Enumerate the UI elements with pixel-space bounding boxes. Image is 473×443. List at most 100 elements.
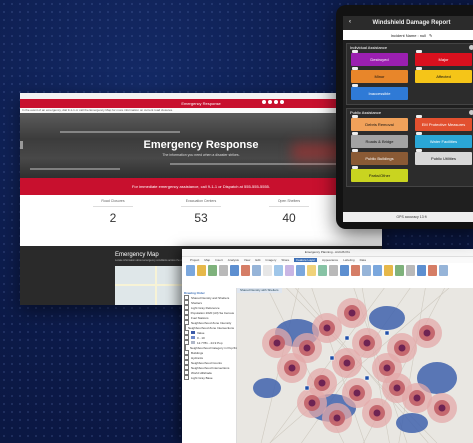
- cold-zone: [396, 413, 428, 433]
- contents-item-label: Neighbourhood Counts: [191, 361, 222, 365]
- tablet-screen: ‹ Windshield Damage Report Incident Name…: [343, 16, 473, 222]
- edit-pencil-icon[interactable]: ✎: [429, 33, 432, 38]
- density-peak: [399, 345, 406, 352]
- tab-appearance[interactable]: Appearance: [322, 258, 338, 262]
- contents-pane: Drawing Order Shared Density and Shelters…: [182, 288, 237, 443]
- count-chip: [352, 132, 358, 135]
- tab-insert[interactable]: Insert: [215, 258, 223, 262]
- visibility-checkbox[interactable]: [184, 375, 189, 380]
- ribbon-tool-icon[interactable]: [340, 265, 349, 276]
- tab-map[interactable]: Map: [204, 258, 210, 262]
- ribbon-tool-icon[interactable]: [329, 265, 338, 276]
- contents-item-label: Shelters: [191, 301, 202, 305]
- contents-item[interactable]: Neighbourhood Zone Intersections: [184, 325, 234, 330]
- ribbon-tool-icon[interactable]: [263, 265, 272, 276]
- ribbon-tool-icon[interactable]: [285, 265, 294, 276]
- tab-view[interactable]: View: [244, 258, 250, 262]
- density-peak: [394, 385, 401, 392]
- damage-button-debris-removal[interactable]: Debris Removal: [351, 118, 408, 131]
- tab-project[interactable]: Project: [190, 258, 199, 262]
- ribbon-tool-icon[interactable]: [351, 265, 360, 276]
- ribbon-tool-icon[interactable]: [274, 265, 283, 276]
- map-title: Emergency Map: [115, 252, 159, 258]
- tab-share[interactable]: Share: [281, 258, 289, 262]
- ribbon-tool-icon[interactable]: [208, 265, 217, 276]
- count-chip: [352, 67, 358, 70]
- tab-imagery[interactable]: Imagery: [266, 258, 277, 262]
- section-header[interactable]: Individual Assistance: [347, 44, 473, 51]
- ribbon-tool-icon[interactable]: [197, 265, 206, 276]
- ribbon-tool-icon[interactable]: [296, 265, 305, 276]
- ribbon-tool-icon[interactable]: [241, 265, 250, 276]
- collapse-icon[interactable]: [469, 110, 473, 115]
- count-chip: [352, 84, 358, 87]
- site-title[interactable]: Emergency Response: [181, 101, 220, 106]
- ribbon-tool-icon[interactable]: [439, 265, 448, 276]
- density-map[interactable]: [237, 288, 473, 443]
- cold-zone: [253, 378, 281, 398]
- stats-row: Road Closures 2 Evacuation Centers 53 Op…: [20, 195, 382, 246]
- density-peak: [364, 340, 371, 347]
- instagram-icon[interactable]: [274, 100, 278, 104]
- map-tab[interactable]: Shared Density with Shelters: [237, 288, 282, 293]
- ribbon-tool-icon[interactable]: [373, 265, 382, 276]
- button-grid: Debris Removal EM Protective Measures Road…: [347, 116, 473, 186]
- ribbon-tool-icon[interactable]: [395, 265, 404, 276]
- youtube-icon[interactable]: [280, 100, 284, 104]
- count-chip: [352, 115, 358, 118]
- contents-item[interactable]: Neighbourhood Category in Pop/Km2: [184, 345, 234, 350]
- ribbon-tool-icon[interactable]: [318, 265, 327, 276]
- ribbon-tool-icon[interactable]: [406, 265, 415, 276]
- section-header[interactable]: Public Assistance: [347, 109, 473, 116]
- damage-button-affected[interactable]: Affected: [415, 70, 472, 83]
- damage-button-roads-bridge[interactable]: Roads & Bridge: [351, 135, 408, 148]
- contents-item[interactable]: Shared Density and Shelters: [184, 295, 234, 300]
- tab-analysis[interactable]: Analysis: [228, 258, 239, 262]
- damage-button-public-buildings[interactable]: Public Buildings: [351, 152, 408, 165]
- density-peak: [304, 345, 311, 352]
- shelter-marker-icon: [305, 386, 309, 390]
- tab-data[interactable]: Data: [360, 258, 366, 262]
- contents-item-label: 0 - 10: [197, 336, 205, 340]
- tab-edit[interactable]: Edit: [255, 258, 260, 262]
- collapse-icon[interactable]: [469, 45, 473, 50]
- button-label: Water Facilities: [430, 139, 457, 144]
- map-subtitle: Locate information about emergency condi…: [115, 259, 188, 262]
- button-label: Destroyed: [370, 57, 388, 62]
- tab-feature-layer[interactable]: Feature Layer: [294, 258, 317, 262]
- pro-body: Drawing Order Shared Density and Shelters…: [182, 288, 473, 443]
- damage-button-major[interactable]: Major: [415, 53, 472, 66]
- gps-label: GPS accuracy 13 ft: [396, 215, 426, 219]
- damage-button-water-facilities[interactable]: Water Facilities: [415, 135, 472, 148]
- density-peak: [439, 405, 446, 412]
- map-view[interactable]: Shared Density with Shelters: [237, 288, 473, 443]
- facebook-icon[interactable]: [262, 100, 266, 104]
- stat-open-shelters: Open Shelters 40: [269, 199, 309, 246]
- ribbon-tool-icon[interactable]: [417, 265, 426, 276]
- contents-item[interactable]: Light Gray Base: [184, 375, 234, 380]
- twitter-icon[interactable]: [268, 100, 272, 104]
- contents-item[interactable]: Population 2020 (All) Sa Census: [184, 310, 234, 315]
- incident-bar[interactable]: Incident Name : null ✎: [343, 30, 473, 40]
- back-arrow-icon[interactable]: ‹: [349, 19, 351, 25]
- tab-labeling[interactable]: Labeling: [343, 258, 354, 262]
- ribbon-tool-icon[interactable]: [252, 265, 261, 276]
- contents-item[interactable]: Neighbourhood Zone Intensity: [184, 320, 234, 325]
- damage-button-destroyed[interactable]: Destroyed: [351, 53, 408, 66]
- ribbon-tool-icon[interactable]: [219, 265, 228, 276]
- ribbon-tool-icon[interactable]: [230, 265, 239, 276]
- ribbon-tool-icon[interactable]: [428, 265, 437, 276]
- damage-button-minor[interactable]: Minor: [351, 70, 408, 83]
- damage-button-inaccessible[interactable]: Inaccessible: [351, 87, 408, 100]
- contents-item-label: Fuel Stations: [191, 316, 209, 320]
- ribbon-tool-icon[interactable]: [384, 265, 393, 276]
- ribbon-tool-icon[interactable]: [307, 265, 316, 276]
- damage-button-em-protective-measures[interactable]: EM Protective Measures: [415, 118, 472, 131]
- contents-item[interactable]: Neighbourhood Intersections: [184, 365, 234, 370]
- density-peak: [349, 310, 356, 317]
- arcgis-pro-window: Emergency Planning - ArcGIS Pro Project M…: [182, 249, 473, 443]
- ribbon-tool-icon[interactable]: [362, 265, 371, 276]
- ribbon-tool-icon[interactable]: [186, 265, 195, 276]
- damage-button-parks-other[interactable]: Parks/Other: [351, 169, 408, 182]
- damage-button-public-utilities[interactable]: Public Utilities: [415, 152, 472, 165]
